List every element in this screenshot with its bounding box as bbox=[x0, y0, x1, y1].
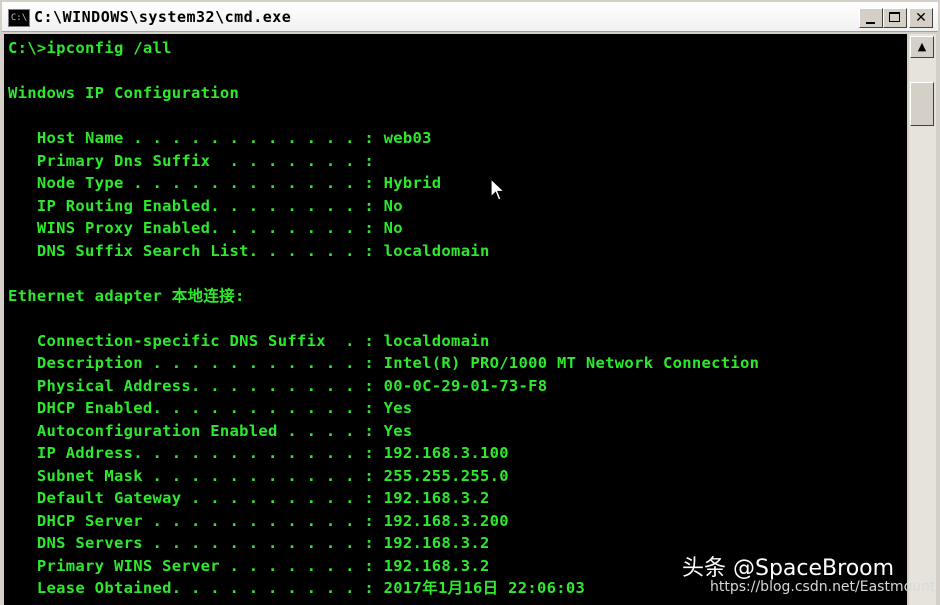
window-title: C:\WINDOWS\system32\cmd.exe bbox=[34, 8, 292, 26]
console-line: DHCP Server . . . . . . . . . . . : 192.… bbox=[8, 511, 509, 530]
console-line: Physical Address. . . . . . . . . : 00-0… bbox=[8, 376, 548, 395]
close-button[interactable]: ✕ bbox=[909, 8, 933, 28]
title-bar[interactable]: C:\ C:\WINDOWS\system32\cmd.exe ✕ bbox=[2, 2, 938, 32]
console-line: Host Name . . . . . . . . . . . . : web0… bbox=[8, 129, 432, 147]
console-line: Node Type . . . . . . . . . . . . : Hybr… bbox=[8, 174, 442, 192]
minimize-button[interactable] bbox=[859, 8, 883, 28]
console-line: Connection-specific DNS Suffix . : local… bbox=[8, 331, 490, 350]
console-line: DNS Servers . . . . . . . . . . . : 192.… bbox=[8, 534, 490, 552]
console-line: C:\>ipconfig /all bbox=[8, 39, 172, 57]
console-line: Autoconfiguration Enabled . . . . : Yes bbox=[8, 421, 413, 440]
cmd-window: C:\ C:\WINDOWS\system32\cmd.exe ✕ C:\>ip… bbox=[0, 0, 940, 605]
vertical-scrollbar[interactable]: ▲ bbox=[909, 34, 936, 605]
maximize-button[interactable] bbox=[883, 8, 907, 28]
minimize-icon bbox=[866, 22, 875, 24]
console-line: Lease Obtained. . . . . . . . . . : 2017… bbox=[8, 579, 586, 597]
close-icon: ✕ bbox=[915, 10, 927, 26]
console-line: IP Address. . . . . . . . . . . . : 192.… bbox=[8, 444, 509, 462]
watermark-url: https://blog.csdn.net/Eastmount bbox=[710, 579, 936, 595]
maximize-icon bbox=[889, 12, 900, 22]
console-line: IP Routing Enabled. . . . . . . . : No bbox=[8, 196, 403, 215]
console-output[interactable]: C:\>ipconfig /all Windows IP Configuratio… bbox=[4, 34, 907, 605]
console-line: Subnet Mask . . . . . . . . . . . : 255.… bbox=[8, 466, 509, 485]
console-line: Primary Dns Suffix . . . . . . . : bbox=[8, 151, 375, 170]
console-line: Primary WINS Server . . . . . . . : 192.… bbox=[8, 556, 490, 575]
console-line: Default Gateway . . . . . . . . . : 192.… bbox=[8, 489, 490, 507]
cmd-icon[interactable]: C:\ bbox=[8, 9, 30, 27]
console-line: Ethernet adapter 本地连接: bbox=[8, 286, 245, 305]
console-line: Windows IP Configuration bbox=[8, 84, 240, 102]
console-line: DNS Suffix Search List. . . . . . : loca… bbox=[8, 241, 490, 260]
mouse-pointer-icon bbox=[490, 178, 506, 201]
console-line: Description . . . . . . . . . . . : Inte… bbox=[8, 354, 760, 372]
console-line: WINS Proxy Enabled. . . . . . . . : No bbox=[8, 219, 403, 237]
scroll-up-button[interactable]: ▲ bbox=[910, 36, 934, 58]
scroll-thumb[interactable] bbox=[910, 82, 934, 126]
console-line: DHCP Enabled. . . . . . . . . . . : Yes bbox=[8, 399, 413, 417]
